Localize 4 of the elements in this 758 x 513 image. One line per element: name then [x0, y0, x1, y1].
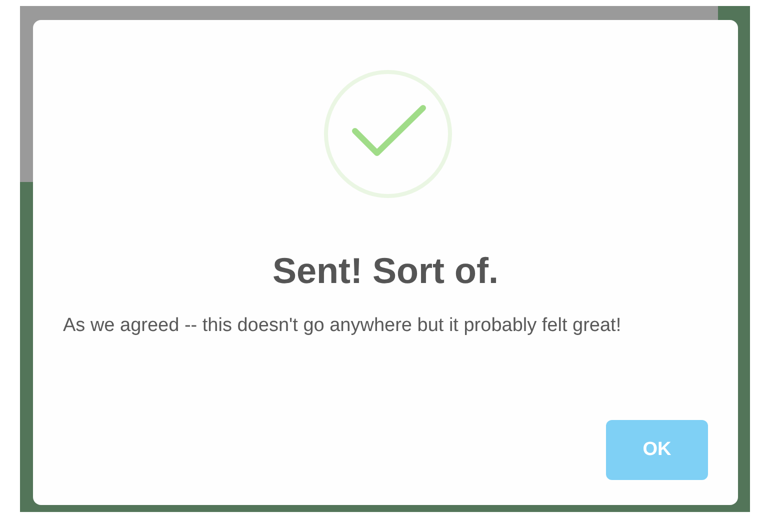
- dialog-title: Sent! Sort of.: [272, 250, 500, 292]
- ok-button[interactable]: OK: [606, 420, 708, 480]
- checkmark-icon: [322, 68, 454, 200]
- dialog-message: As we agreed -- this doesn't go anywhere but it probably felt great!: [63, 314, 622, 338]
